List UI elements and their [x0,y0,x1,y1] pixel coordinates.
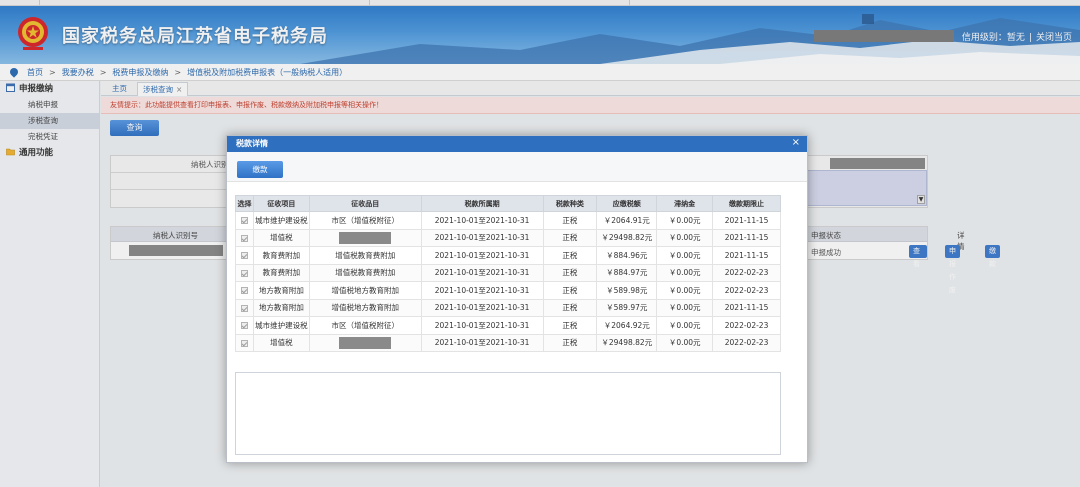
column-header: 缴款期限止 [712,195,781,212]
cell-amount: ￥2064.92元 [596,316,658,335]
table-row[interactable]: 教育费附加 增值税教育费附加 2021-10-01至2021-10-31 正税 ￥884… [235,263,781,282]
row-checkbox[interactable] [235,316,254,335]
cell-amount: ￥29498.82元 [596,333,658,352]
column-header: 征收品目 [308,195,422,212]
row-checkbox[interactable] [235,333,254,352]
cell-item: 地方教育附加 [252,298,310,317]
checkbox-checked-icon[interactable] [240,287,248,295]
row-checkbox[interactable] [235,228,254,247]
column-header: 应缴税额 [596,195,658,212]
row-checkbox[interactable] [235,298,254,317]
cell-late-fee: ￥0.00元 [656,333,714,352]
cell-subitem: 市区（增值税附征） [308,211,422,230]
cell-period: 2021-10-01至2021-10-31 [420,263,544,282]
cell-deadline: 2022-02-23 [712,263,781,282]
table-row[interactable]: 增值税 2021-10-01至2021-10-31 正税 ￥29498.82元 ￥0.0… [235,228,781,247]
cell-deadline: 2021-11-15 [712,246,781,265]
cell-kind: 正税 [542,246,598,265]
cell-subitem [308,333,422,352]
redacted-cell [339,336,392,349]
cell-kind: 正税 [542,263,598,282]
row-checkbox[interactable] [235,281,254,300]
checkbox-checked-icon[interactable] [240,304,248,312]
table-row[interactable]: 城市维护建设税 市区（增值税附征） 2021-10-01至2021-10-31 正税 ￥… [235,316,781,335]
cell-late-fee: ￥0.00元 [656,211,714,230]
cell-late-fee: ￥0.00元 [656,281,714,300]
close-icon[interactable]: × [792,137,800,148]
cell-period: 2021-10-01至2021-10-31 [420,316,544,335]
cell-deadline: 2021-11-15 [712,298,781,317]
cell-deadline: 2021-11-15 [712,228,781,247]
cell-amount: ￥2064.91元 [596,211,658,230]
remark-textarea[interactable] [235,372,781,455]
cell-amount: ￥884.97元 [596,263,658,282]
cell-late-fee: ￥0.00元 [656,263,714,282]
cell-period: 2021-10-01至2021-10-31 [420,333,544,352]
cell-amount: ￥589.98元 [596,281,658,300]
cell-kind: 正税 [542,211,598,230]
cell-subitem: 增值税教育费附加 [308,246,422,265]
row-checkbox[interactable] [235,263,254,282]
cell-subitem: 增值税地方教育附加 [308,298,422,317]
cell-deadline: 2022-02-23 [712,333,781,352]
cell-deadline: 2022-02-23 [712,316,781,335]
column-header: 税款种类 [542,195,598,212]
cell-period: 2021-10-01至2021-10-31 [420,246,544,265]
cell-subitem: 增值税地方教育附加 [308,281,422,300]
tax-detail-modal: 税款详情 × 缴款 选择 征收项目 征收品目 税款所属期 税款种类 应缴税额 滞… [226,135,808,463]
table-header-row: 选择 征收项目 征收品目 税款所属期 税款种类 应缴税额 滞纳金 缴款期限止 [235,195,781,212]
redacted-cell [339,231,392,244]
table-row[interactable]: 地方教育附加 增值税地方教育附加 2021-10-01至2021-10-31 正税 ￥5… [235,298,781,317]
cell-kind: 正税 [542,298,598,317]
cell-amount: ￥29498.82元 [596,228,658,247]
cell-kind: 正税 [542,316,598,335]
cell-item: 地方教育附加 [252,281,310,300]
table-row[interactable]: 地方教育附加 增值税地方教育附加 2021-10-01至2021-10-31 正税 ￥5… [235,281,781,300]
cell-late-fee: ￥0.00元 [656,316,714,335]
cell-subitem: 增值税教育费附加 [308,263,422,282]
cell-subitem: 市区（增值税附征） [308,316,422,335]
cell-deadline: 2021-11-15 [712,211,781,230]
cell-kind: 正税 [542,333,598,352]
checkbox-checked-icon[interactable] [240,322,248,330]
modal-title: 税款详情 [227,136,807,152]
column-header: 滞纳金 [656,195,714,212]
cell-kind: 正税 [542,281,598,300]
cell-period: 2021-10-01至2021-10-31 [420,211,544,230]
cell-amount: ￥884.96元 [596,246,658,265]
cell-period: 2021-10-01至2021-10-31 [420,281,544,300]
cell-period: 2021-10-01至2021-10-31 [420,228,544,247]
column-header: 选择 [235,195,254,212]
cell-item: 增值税 [252,333,310,352]
modal-toolbar: 缴款 [227,152,807,182]
table-row[interactable]: 增值税 2021-10-01至2021-10-31 正税 ￥29498.82元 ￥0.0… [235,333,781,352]
pay-button[interactable]: 缴款 [237,161,283,178]
row-checkbox[interactable] [235,246,254,265]
cell-item: 城市维护建设税 [252,316,310,335]
cell-deadline: 2022-02-23 [712,281,781,300]
cell-item: 城市维护建设税 [252,211,310,230]
cell-item: 教育费附加 [252,246,310,265]
checkbox-checked-icon[interactable] [240,339,248,347]
cell-late-fee: ￥0.00元 [656,246,714,265]
table-row[interactable]: 城市维护建设税 市区（增值税附征） 2021-10-01至2021-10-31 正税 ￥… [235,211,781,230]
cell-late-fee: ￥0.00元 [656,228,714,247]
cell-item: 增值税 [252,228,310,247]
cell-period: 2021-10-01至2021-10-31 [420,298,544,317]
checkbox-checked-icon[interactable] [240,217,248,225]
checkbox-checked-icon[interactable] [240,234,248,242]
row-checkbox[interactable] [235,211,254,230]
cell-subitem [308,228,422,247]
column-header: 征收项目 [252,195,310,212]
cell-amount: ￥589.97元 [596,298,658,317]
cell-late-fee: ￥0.00元 [656,298,714,317]
column-header: 税款所属期 [420,195,544,212]
checkbox-checked-icon[interactable] [240,252,248,260]
table-row[interactable]: 教育费附加 增值税教育费附加 2021-10-01至2021-10-31 正税 ￥884… [235,246,781,265]
tax-detail-table: 选择 征收项目 征收品目 税款所属期 税款种类 应缴税额 滞纳金 缴款期限止 城… [235,195,781,352]
checkbox-checked-icon[interactable] [240,269,248,277]
cell-item: 教育费附加 [252,263,310,282]
cell-kind: 正税 [542,228,598,247]
